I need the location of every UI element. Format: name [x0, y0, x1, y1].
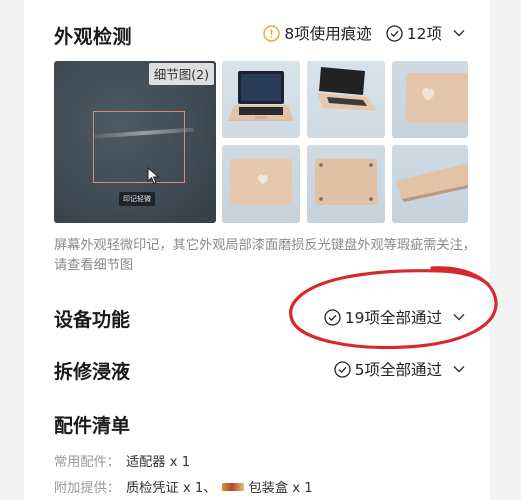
repair-summary[interactable]: 5项全部通过 — [333, 358, 466, 380]
chevron-down-icon[interactable] — [452, 26, 466, 40]
check-circle-icon — [333, 360, 351, 378]
photo-laptop-bottom[interactable] — [307, 145, 385, 223]
chevron-down-icon[interactable] — [452, 362, 466, 376]
photo-laptop-open-front[interactable] — [222, 61, 300, 138]
repair-status: 5项全部通过 — [354, 361, 442, 379]
marker-label: 印记轻微 — [119, 192, 155, 206]
repair-title: 拆修浸液 — [54, 361, 131, 383]
photo-laptop-closed-top[interactable] — [222, 145, 300, 223]
appearance-summary[interactable]: 8项使用痕迹 12项 — [263, 22, 466, 44]
pointer-cursor-icon — [147, 166, 161, 189]
photo-laptop-lid[interactable] — [392, 61, 468, 138]
appearance-title: 外观检测 — [54, 26, 133, 48]
detail-photo-main[interactable]: 印记轻微 细节图(2) — [54, 61, 216, 223]
functions-title: 设备功能 — [54, 309, 131, 331]
extra-label: 附加提供： — [54, 481, 120, 496]
extra-value-voucher: 质检凭证 x 1、 — [125, 481, 217, 496]
photo-laptop-open-side[interactable] — [307, 61, 385, 138]
package-box-icon — [222, 482, 245, 491]
common-value: 适配器 x 1 — [125, 455, 191, 470]
common-label: 常用配件： — [54, 455, 120, 470]
accessories-title: 配件清单 — [54, 415, 131, 437]
inspection-card: 外观检测 8项使用痕迹 12项 印记轻微 细节图(2) 屏幕外观轻微印记，其它外… — [24, 0, 498, 500]
annotation-circle — [282, 260, 504, 360]
check-circle-icon — [386, 24, 403, 42]
detail-count-tag[interactable]: 细节图(2) — [148, 63, 214, 85]
photo-laptop-closed-angle[interactable] — [392, 145, 468, 223]
mark-highlight-box — [93, 111, 185, 183]
warning-icon — [263, 24, 281, 42]
check-count: 12项 — [406, 25, 442, 43]
accessories-extra: 附加提供： 质检凭证 x 1、 包装盒 x 1 — [54, 477, 313, 496]
wear-count: 8项使用痕迹 — [284, 25, 372, 43]
extra-value-box: 包装盒 x 1 — [248, 481, 313, 496]
accessories-common: 常用配件： 适配器 x 1 — [54, 451, 190, 470]
